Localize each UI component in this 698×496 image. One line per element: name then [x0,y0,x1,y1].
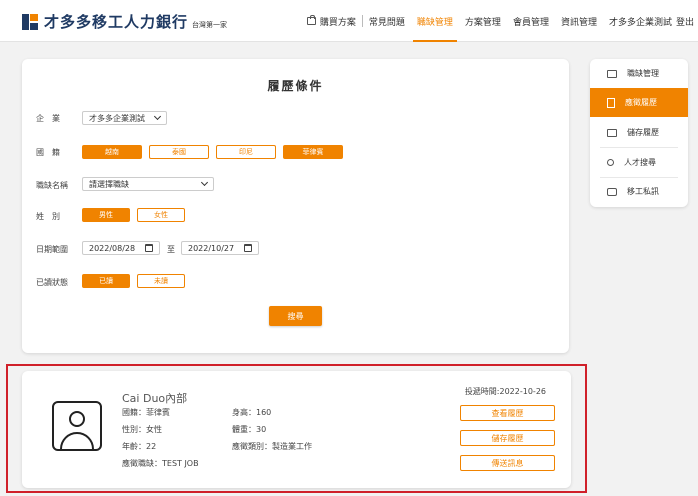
candidate-nationality: 國籍：菲律賓 [122,408,170,417]
chip-nationality-indonesia[interactable]: 印尼 [216,145,276,159]
job-select-placeholder: 請選擇職缺 [89,179,129,189]
brand-tagline: 台灣第一家 [192,20,228,29]
side-item-label: 人才搜尋 [624,158,656,167]
chat-icon [607,187,617,196]
date-to-input[interactable]: 2022/10/27 [181,241,259,255]
date-to-value: 2022/10/27 [188,243,235,253]
candidate-name: Cai Duo內部 [122,392,188,405]
side-item-talent-search[interactable]: 人才搜尋 [590,148,688,177]
chip-unread[interactable]: 未讀 [137,274,185,288]
send-message-button[interactable]: 傳送訊息 [460,455,555,471]
nav-purchase-label: 購買方案 [319,17,356,28]
chip-read[interactable]: 已讀 [82,274,130,288]
filter-title: 履歷條件 [267,79,324,93]
side-item-label: 應徵履歷 [625,98,657,107]
chip-nationality-vietnam[interactable]: 越南 [82,145,142,159]
nav-plan-management[interactable]: 方案管理 [459,0,507,42]
candidate-applied-job: 應徵職缺：TEST JOB [122,459,199,468]
document-icon [607,97,615,108]
nav-info-management[interactable]: 資訊管理 [555,0,603,42]
logo[interactable]: 才多多移工人力銀行 台灣第一家 [22,11,227,32]
top-header: 才多多移工人力銀行 台灣第一家 購買方案 常見問題 職缺管理 方案管理 會員管理… [0,0,698,42]
chip-nationality-thailand[interactable]: 泰國 [149,145,209,159]
nav-member-management[interactable]: 會員管理 [507,0,555,42]
date-range-label: 日期範圍 [36,245,68,254]
candidate-height: 身高：160 [232,408,272,417]
resume-result-card: Cai Duo內部 國籍：菲律賓 性別：女性 年齡：22 應徵職缺：TEST J… [22,371,571,488]
brand-name: 才多多移工人力銀行 [44,13,189,31]
candidate-gender: 性別：女性 [122,425,162,434]
nav-job-management[interactable]: 職缺管理 [411,0,459,42]
resume-filter-panel: 履歷條件 企 業 才多多企業測試 國 籍 越南 泰國 印尼 菲律賓 職缺名稱 請… [22,59,569,353]
view-resume-button[interactable]: 查看履歷 [460,405,555,421]
date-from-value: 2022/08/28 [89,243,136,253]
chip-gender-male[interactable]: 男性 [82,208,130,222]
side-item-label: 儲存履歷 [627,128,659,137]
nav-logout[interactable]: 登出 [674,0,698,42]
side-item-job-management[interactable]: 職缺管理 [590,59,688,88]
gender-label: 姓 別 [36,212,60,221]
logo-icon [22,13,38,30]
briefcase-icon [607,69,617,78]
search-button[interactable]: 搜尋 [269,306,322,326]
calendar-icon[interactable] [145,244,153,252]
main-nav: 購買方案 常見問題 職缺管理 方案管理 會員管理 資訊管理 才多多企業測試 登出 [301,0,698,42]
nav-company-account[interactable]: 才多多企業測試 [603,0,674,42]
save-resume-button[interactable]: 儲存履歷 [460,430,555,446]
side-item-saved-resumes[interactable]: 儲存履歷 [590,118,688,147]
chip-nationality-philippines[interactable]: 菲律賓 [283,145,343,159]
side-item-applied-resumes[interactable]: 應徵履歷 [590,88,688,117]
side-menu: 職缺管理 應徵履歷 儲存履歷 人才搜尋 移工私訊 [590,59,688,207]
read-status-label: 已讀狀態 [36,278,68,287]
nav-purchase-plan[interactable]: 購買方案 [301,0,362,42]
folder-icon [607,128,617,137]
nationality-label: 國 籍 [36,148,60,157]
job-select[interactable]: 請選擇職缺 [82,177,214,191]
submission-time: 投遞時間:2022-10-26 [464,387,546,396]
chevron-down-icon [200,178,209,187]
chevron-down-icon [153,112,162,121]
side-item-worker-messages[interactable]: 移工私訊 [590,177,688,206]
candidate-weight: 體重：30 [232,425,267,434]
job-name-label: 職缺名稱 [36,181,68,190]
calendar-icon[interactable] [244,244,252,252]
shopping-bag-icon [306,15,316,25]
company-label: 企 業 [36,114,60,123]
candidate-age: 年齡：22 [122,442,157,451]
company-select-value: 才多多企業測試 [89,113,145,123]
side-item-label: 職缺管理 [627,69,659,78]
user-search-icon [607,159,614,166]
avatar-placeholder-icon [52,401,102,451]
chip-gender-female[interactable]: 女性 [137,208,185,222]
candidate-job-category: 應徵類別：製造業工作 [232,442,312,451]
side-item-label: 移工私訊 [627,187,659,196]
date-from-input[interactable]: 2022/08/28 [82,241,160,255]
company-select[interactable]: 才多多企業測試 [82,111,167,125]
date-range-separator: 至 [167,245,175,254]
nav-faq[interactable]: 常見問題 [363,0,411,42]
